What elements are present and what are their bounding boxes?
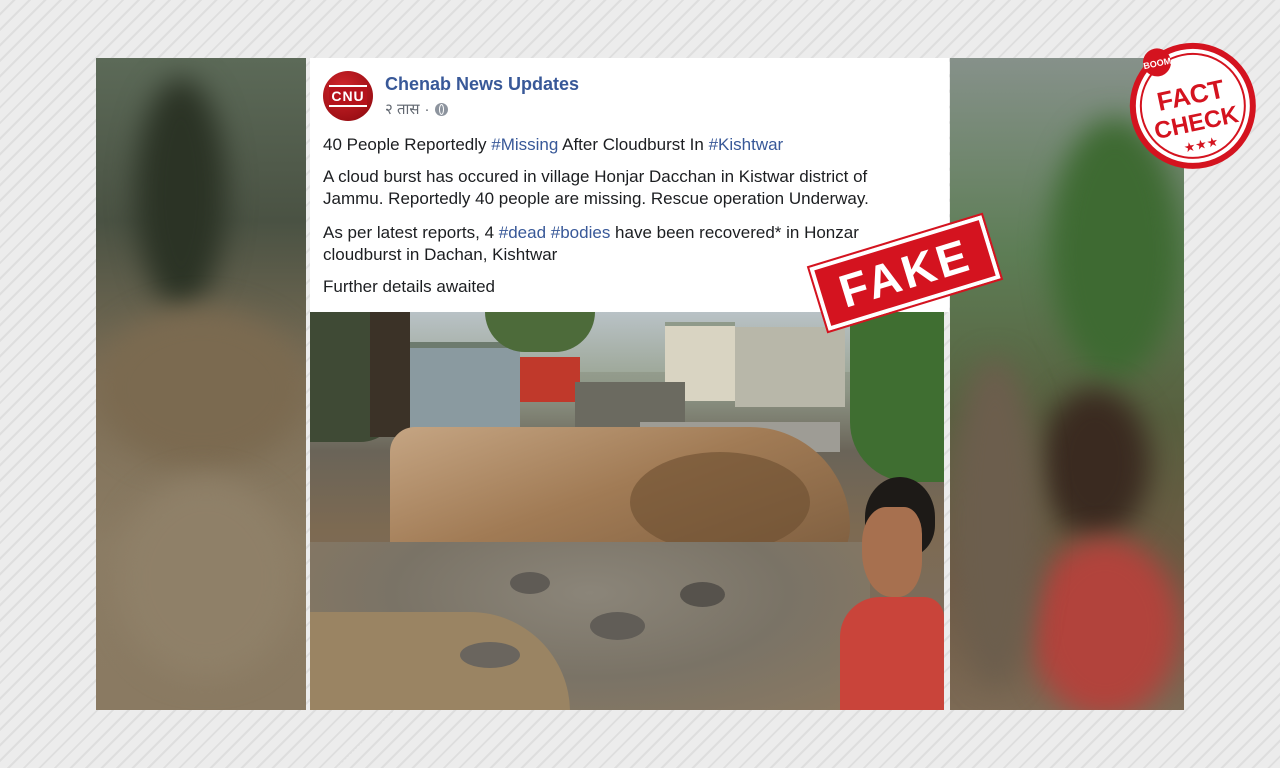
post-headline: 40 People Reportedly #Missing After Clou… bbox=[323, 134, 923, 156]
hashtag-missing[interactable]: #Missing bbox=[491, 135, 558, 154]
hashtag-bodies[interactable]: #bodies bbox=[551, 223, 611, 242]
fact-check-badge-logo: BOOM FACT CHECK ★★★ bbox=[1129, 42, 1256, 169]
post-photo-flood[interactable] bbox=[310, 312, 944, 710]
left-blurred-photo bbox=[96, 58, 306, 710]
avatar-logo-text: CNU bbox=[329, 85, 367, 107]
paragraph-line: A cloud burst has occured in village Hon… bbox=[323, 167, 868, 186]
headline-text: After Cloudburst In bbox=[558, 135, 709, 154]
paragraph-line: As per latest reports, 4 #dead #bodies h… bbox=[323, 222, 923, 244]
hashtag-dead[interactable]: #dead bbox=[499, 223, 546, 242]
post-meta: २ तास · bbox=[385, 99, 448, 119]
page-name-link[interactable]: Chenab News Updates bbox=[385, 74, 579, 95]
globe-icon[interactable] bbox=[434, 102, 448, 116]
paragraph-text: have been recovered* in Honzar bbox=[610, 223, 859, 242]
hashtag-kishtwar[interactable]: #Kishtwar bbox=[709, 135, 784, 154]
meta-separator: · bbox=[424, 100, 430, 118]
headline-text: 40 People Reportedly bbox=[323, 135, 492, 154]
paragraph-line: Jammu. Reportedly 40 people are missing.… bbox=[323, 189, 869, 208]
post-time[interactable]: २ तास bbox=[385, 99, 420, 119]
page-avatar[interactable]: CNU bbox=[323, 71, 373, 121]
post-paragraph-1: A cloud burst has occured in village Hon… bbox=[323, 166, 923, 210]
paragraph-text: As per latest reports, 4 bbox=[323, 223, 499, 242]
